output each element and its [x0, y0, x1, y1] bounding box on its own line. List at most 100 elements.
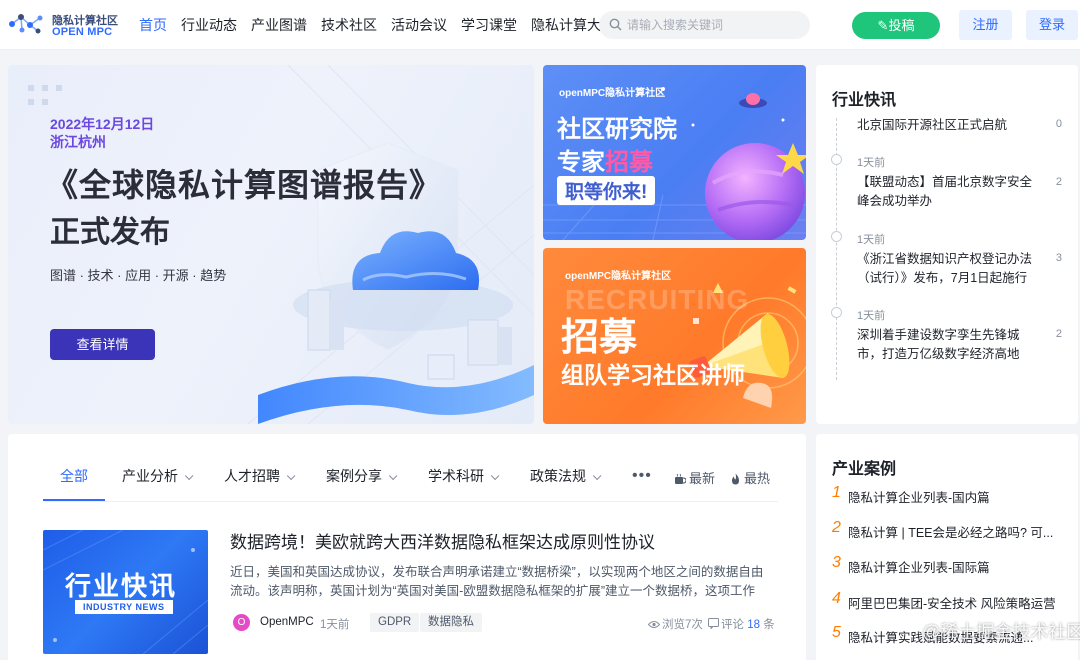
- sort-newest-label: 最新: [689, 471, 716, 486]
- chevron-down-icon: [490, 471, 500, 481]
- timeline-dot: [831, 307, 842, 318]
- site-logo[interactable]: 隐私计算社区 OPEN MPC: [8, 9, 118, 41]
- case-item[interactable]: 2 隐私计算 | TEE会是必经之路吗? 可...: [832, 519, 1072, 541]
- tab-more[interactable]: •••: [615, 434, 669, 501]
- timeline-dot: [831, 231, 842, 242]
- promo-brand: openMPC隐私计算社区: [559, 88, 666, 99]
- article-tag[interactable]: GDPR: [370, 613, 420, 632]
- article-tag[interactable]: 数据隐私: [420, 613, 482, 632]
- case-rank: 2: [832, 519, 841, 536]
- news-item-title[interactable]: 深圳着手建设数字孪生先锋城市，打造万亿级数字经济高地: [857, 326, 1035, 364]
- promo-headline-recruit: 招募: [605, 149, 653, 176]
- nav-industry-map[interactable]: 产业图谱: [244, 0, 314, 50]
- news-item-title[interactable]: 北京国际开源社区正式启航: [857, 116, 1035, 135]
- category-tabs: 全部 产业分析 人才招聘 案例分享 学术科研 政策法规 •••: [43, 434, 669, 501]
- news-item-title[interactable]: 《浙江省数据知识产权登记办法（试行）》发布，7月1日起施行: [857, 250, 1035, 288]
- sort-hottest[interactable]: 最热: [730, 468, 770, 487]
- hero-tags: 图谱 · 技术 · 应用 · 开源 · 趋势: [50, 268, 227, 283]
- nav-classroom[interactable]: 学习课堂: [454, 0, 524, 50]
- case-item[interactable]: 1 隐私计算企业列表-国内篇: [832, 484, 1072, 506]
- sort-hottest-label: 最热: [744, 471, 771, 486]
- tab-label: 人才招聘: [224, 468, 280, 484]
- hero-date: 2022年12月12日: [50, 116, 155, 132]
- tab-case-sharing[interactable]: 案例分享: [309, 434, 411, 501]
- comment-icon: [708, 618, 719, 630]
- promo-headline: 招募: [561, 317, 638, 359]
- promo-banner-lecturer[interactable]: openMPC隐私计算社区 RECRUITING 招募 组队学习社区讲师: [543, 248, 806, 424]
- comments-suffix: 条: [763, 619, 775, 631]
- promo-badge: 职等你来!: [557, 176, 656, 205]
- tab-all[interactable]: 全部: [43, 434, 105, 501]
- article-views: 浏览7次: [647, 616, 703, 632]
- tab-policy[interactable]: 政策法规: [513, 434, 615, 501]
- chevron-down-icon: [592, 471, 602, 481]
- article-time: 1天前: [320, 619, 350, 631]
- case-rank: 1: [832, 484, 841, 501]
- panel-title: 行业快讯: [832, 92, 897, 109]
- article-meta: O OpenMPC 1天前 GDPR 数据隐私 浏览7次 评论 18 条: [230, 613, 775, 633]
- comments-count: 18: [747, 619, 760, 631]
- news-item-title[interactable]: 【联盟动态】首届北京数字安全峰会成功举办: [857, 173, 1035, 211]
- case-rank: 5: [832, 624, 841, 641]
- thumbnail-title: 行业快讯: [65, 571, 178, 601]
- avatar[interactable]: O: [233, 614, 250, 631]
- tabs-divider: [43, 501, 778, 502]
- case-item[interactable]: 3 隐私计算企业列表-国际篇: [832, 554, 1072, 576]
- sort-newest[interactable]: 最新: [674, 468, 715, 487]
- thumbnail-subtitle: INDUSTRY NEWS: [75, 600, 173, 614]
- logo-text-en: OPEN MPC: [52, 26, 113, 38]
- nav-events[interactable]: 活动会议: [384, 0, 454, 50]
- news-item-count: 3: [1055, 252, 1062, 264]
- register-button[interactable]: 注册: [959, 10, 1012, 40]
- nav-industry-news[interactable]: 行业动态: [174, 0, 244, 50]
- tab-academic[interactable]: 学术科研: [411, 434, 513, 501]
- promo-banner-expert[interactable]: openMPC隐私计算社区 社区研究院 专家招募 职等你来!: [543, 65, 806, 240]
- news-item-count: 2: [1055, 176, 1062, 188]
- case-item[interactable]: 4 阿里巴巴集团-安全技术 风险策略运营: [832, 590, 1072, 612]
- search-box: [599, 11, 810, 39]
- comments-label: 评论: [721, 619, 744, 631]
- case-title: 隐私计算企业列表-国内篇: [848, 491, 990, 505]
- post-button[interactable]: ✎投稿: [852, 12, 940, 39]
- case-rank: 4: [832, 590, 841, 607]
- article-thumbnail[interactable]: 行业快讯 INDUSTRY NEWS: [43, 530, 208, 654]
- timeline-dot: [831, 154, 842, 165]
- hero-banner[interactable]: 2022年12月12日 浙江杭州 《全球隐私计算图谱报告》 正式发布 图谱 · …: [8, 65, 534, 424]
- promo-brand: openMPC隐私计算社区: [565, 271, 672, 282]
- watermark: @稀土掘金技术社区: [922, 622, 1080, 642]
- nav-tech-community[interactable]: 技术社区: [314, 0, 384, 50]
- tab-industry-analysis[interactable]: 产业分析: [105, 434, 207, 501]
- nav-home[interactable]: 首页: [132, 0, 174, 50]
- industry-news-panel: 行业快讯 北京国际开源社区正式启航 0 1天前 【联盟动态】首届北京数字安全峰会…: [816, 65, 1078, 424]
- tab-label: 全部: [60, 468, 88, 484]
- promo-headline-2: 专家招募: [557, 142, 653, 177]
- cup-icon: [675, 473, 687, 484]
- article-comments[interactable]: 评论 18 条: [708, 616, 775, 632]
- article-views-text: 浏览7次: [662, 619, 703, 631]
- search-icon[interactable]: [609, 18, 622, 31]
- search-input[interactable]: [627, 11, 802, 39]
- article-author[interactable]: OpenMPC: [260, 616, 314, 628]
- chevron-down-icon: [286, 471, 296, 481]
- hero-location: 浙江杭州: [50, 134, 106, 150]
- promo-headline: 社区研究院: [557, 116, 677, 143]
- promo-subheadline: 组队学习社区讲师: [561, 362, 745, 388]
- login-button[interactable]: 登录: [1026, 10, 1078, 40]
- article-title[interactable]: 数据跨境！美欧就跨大西洋数据隐私框架达成原则性协议: [230, 528, 655, 553]
- tab-label: 产业分析: [122, 468, 178, 484]
- tab-label: 案例分享: [326, 468, 382, 484]
- case-rank: 3: [832, 554, 841, 571]
- hero-subtitle: 正式发布: [50, 216, 170, 249]
- chevron-down-icon: [184, 471, 194, 481]
- tab-label: 学术科研: [428, 468, 484, 484]
- logo-icon: [9, 14, 43, 34]
- news-item-count: 2: [1055, 328, 1062, 340]
- tab-recruitment[interactable]: 人才招聘: [207, 434, 309, 501]
- case-title: 隐私计算 | TEE会是必经之路吗? 可...: [848, 526, 1054, 540]
- case-title: 隐私计算企业列表-国际篇: [848, 561, 990, 575]
- hero-details-button[interactable]: 查看详情: [50, 329, 155, 360]
- news-item-time: 1天前: [857, 234, 886, 246]
- more-icon: •••: [632, 467, 652, 484]
- article-feed: 全部 产业分析 人才招聘 案例分享 学术科研 政策法规 ••• 最新 最热 行业…: [8, 434, 806, 660]
- main-nav: 首页 行业动态 产业图谱 技术社区 活动会议 学习课堂 隐私计算大赛: [132, 0, 622, 50]
